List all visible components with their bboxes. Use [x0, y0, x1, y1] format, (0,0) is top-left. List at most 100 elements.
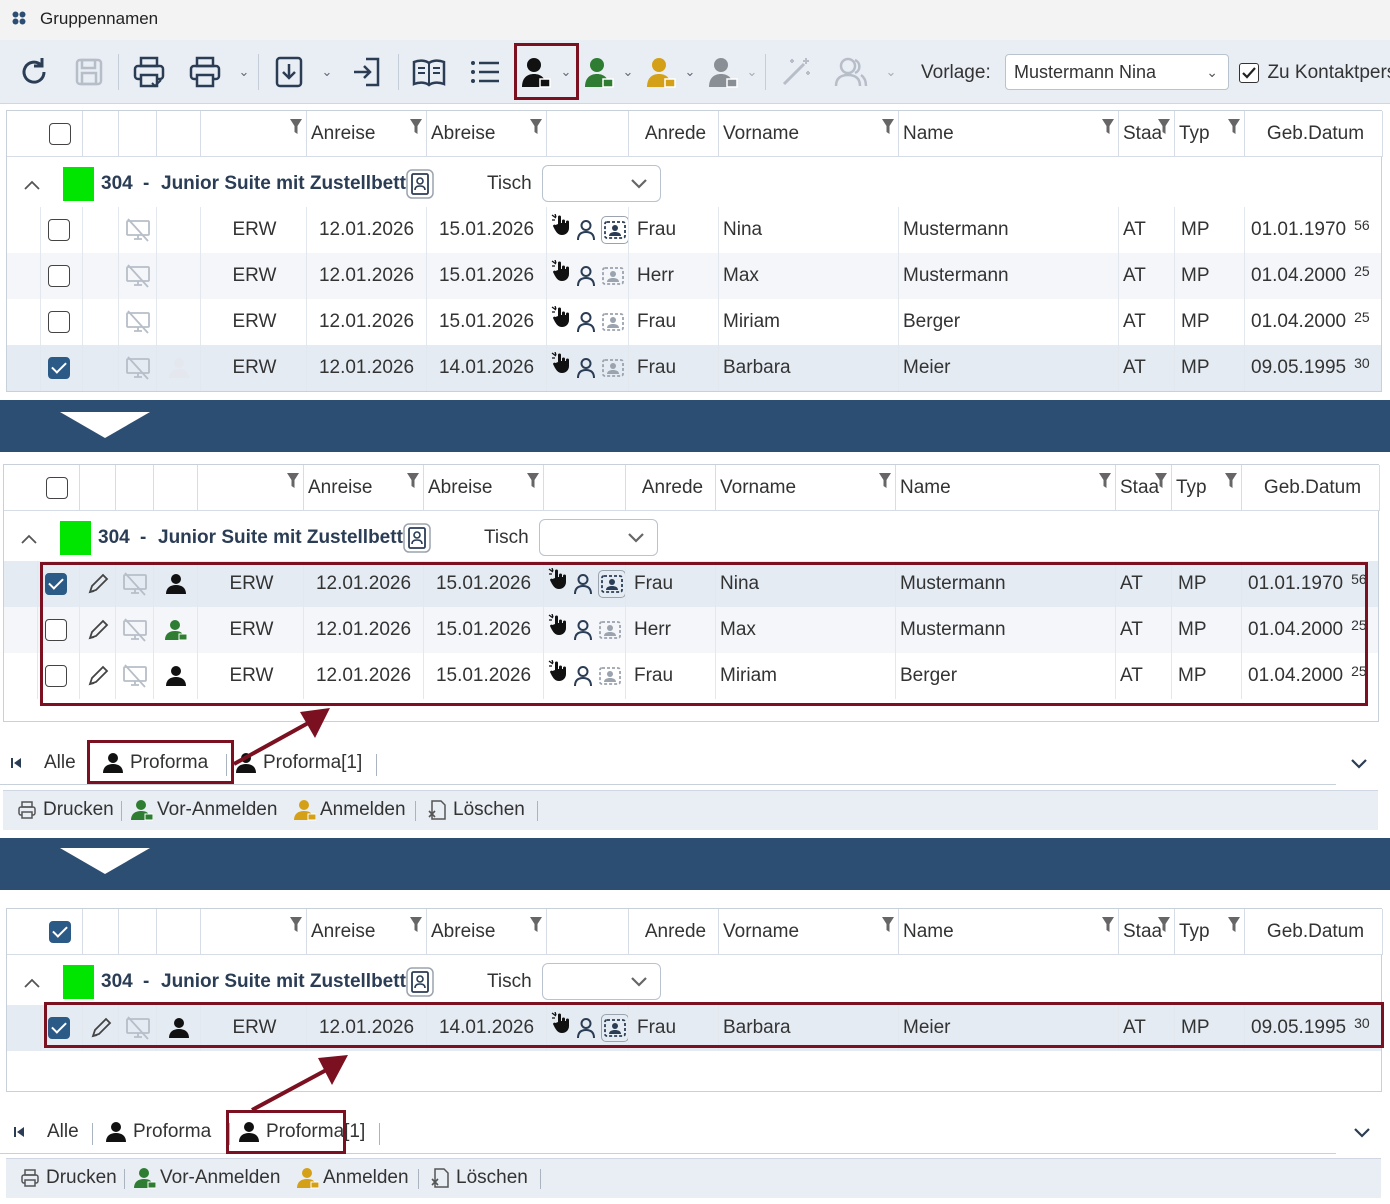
export-button[interactable] — [346, 50, 388, 94]
first-tab-button[interactable] — [13, 1125, 25, 1139]
register-action-button[interactable]: Anmelden — [297, 1167, 409, 1189]
column-typ[interactable] — [198, 465, 304, 511]
person-button[interactable] — [575, 311, 597, 333]
column-anrede[interactable]: Anrede — [626, 465, 716, 511]
column-icons[interactable] — [544, 465, 626, 511]
column-geb[interactable]: Geb.Datum — [1245, 111, 1383, 157]
column-anrede[interactable]: Anrede — [629, 111, 719, 157]
column-staat[interactable]: Staa — [1116, 465, 1172, 511]
collapse-group-button[interactable] — [20, 533, 38, 545]
column-abreise[interactable]: Abreise — [427, 111, 547, 157]
pre-register-dropdown[interactable]: ⌄ — [619, 50, 637, 94]
pre-register-action-button[interactable]: Vor-Anmelden — [131, 799, 277, 821]
print-action-button[interactable]: Drucken — [20, 1167, 117, 1189]
id-card-button[interactable] — [601, 356, 625, 380]
group-users-button[interactable] — [830, 50, 872, 94]
column-filter-mp[interactable] — [1228, 119, 1240, 135]
register-button[interactable] — [640, 50, 682, 94]
column-anreise[interactable]: Anreise — [304, 465, 424, 511]
row-checkbox[interactable] — [47, 265, 70, 287]
tab-proforma[interactable]: Proforma — [105, 1121, 211, 1143]
column-filter-name[interactable] — [1099, 473, 1111, 489]
column-chk[interactable] — [7, 111, 83, 157]
row-checkbox[interactable] — [47, 219, 70, 241]
tab-all[interactable]: Alle — [44, 752, 76, 774]
tab-proforma-1[interactable]: Proforma[1] — [235, 752, 362, 774]
print-dropdown[interactable]: ⌄ — [235, 50, 253, 94]
print-list-button[interactable] — [128, 50, 170, 94]
expand-tabs-button[interactable] — [1353, 1127, 1371, 1139]
table-row[interactable]: ERW 12.01.2026 15.01.2026 Herr Max Mustermann… — [7, 253, 1381, 299]
column-filter-mp[interactable] — [1225, 473, 1237, 489]
table-row[interactable]: ERW 12.01.2026 15.01.2026 Frau Miriam Berger A… — [7, 299, 1381, 345]
save-button[interactable] — [68, 50, 110, 94]
column-name[interactable]: Name — [896, 465, 1116, 511]
monitor-off-button[interactable] — [125, 310, 151, 334]
column-filter-name[interactable] — [1102, 917, 1114, 933]
import-button[interactable] — [268, 50, 310, 94]
column-staat[interactable]: Staa — [1119, 909, 1175, 955]
person-button[interactable] — [575, 265, 597, 287]
list-button[interactable] — [464, 50, 506, 94]
book-button[interactable] — [408, 50, 450, 94]
column-name[interactable]: Name — [899, 909, 1119, 955]
delete-action-button[interactable]: Löschen — [427, 799, 525, 821]
column-filter-abreise[interactable] — [527, 473, 539, 489]
refresh-button[interactable] — [13, 50, 55, 94]
column-filter-typ[interactable] — [290, 917, 302, 933]
column-icons[interactable] — [547, 111, 629, 157]
column-anreise[interactable]: Anreise — [307, 111, 427, 157]
tisch-select[interactable] — [542, 165, 661, 202]
column-typ[interactable] — [201, 909, 307, 955]
column-filter-typ[interactable] — [287, 473, 299, 489]
column-usr[interactable] — [154, 465, 198, 511]
column-filter-abreise[interactable] — [530, 119, 542, 135]
column-filter-vorname[interactable] — [882, 119, 894, 135]
column-mon[interactable] — [116, 465, 154, 511]
column-vorname[interactable]: Vorname — [719, 909, 899, 955]
column-mon[interactable] — [119, 909, 157, 955]
row-checkbox[interactable] — [47, 357, 70, 379]
column-filter-staat[interactable] — [1158, 917, 1170, 933]
tab-all[interactable]: Alle — [47, 1121, 79, 1143]
person-button[interactable] — [575, 357, 597, 379]
monitor-off-button[interactable] — [125, 356, 151, 380]
id-card-button[interactable] — [601, 310, 625, 334]
wizard-button[interactable] — [775, 50, 817, 94]
column-filter-typ[interactable] — [290, 119, 302, 135]
checkout-dropdown[interactable]: ⌄ — [743, 50, 761, 94]
column-anreise[interactable]: Anreise — [307, 909, 427, 955]
column-geb[interactable]: Geb.Datum — [1242, 465, 1380, 511]
pre-register-action-button[interactable]: Vor-Anmelden — [134, 1167, 280, 1189]
pre-register-button[interactable] — [578, 50, 620, 94]
column-filter-anreise[interactable] — [407, 473, 419, 489]
select-all-checkbox[interactable] — [46, 477, 68, 499]
column-icons[interactable] — [547, 909, 629, 955]
select-all-checkbox[interactable] — [49, 123, 71, 145]
group-users-dropdown[interactable]: ⌄ — [882, 50, 900, 94]
monitor-off-button[interactable] — [125, 264, 151, 288]
table-row[interactable]: ERW 12.01.2026 15.01.2026 Frau Nina Musterman… — [7, 207, 1381, 253]
column-staat[interactable]: Staa — [1119, 111, 1175, 157]
hand-pointer-button[interactable] — [551, 260, 571, 282]
column-filter-staat[interactable] — [1155, 473, 1167, 489]
column-vorname[interactable]: Vorname — [716, 465, 896, 511]
column-mp[interactable]: Typ — [1175, 909, 1245, 955]
column-filter-vorname[interactable] — [879, 473, 891, 489]
column-abreise[interactable]: Abreise — [427, 909, 547, 955]
vorlage-select[interactable]: Mustermann Nina ⌄ — [1005, 54, 1229, 90]
id-card-button[interactable] — [601, 216, 628, 244]
select-all-checkbox[interactable] — [49, 921, 71, 943]
tisch-select[interactable] — [539, 519, 658, 556]
column-anrede[interactable]: Anrede — [629, 909, 719, 955]
column-geb[interactable]: Geb.Datum — [1245, 909, 1383, 955]
column-edit[interactable] — [80, 465, 116, 511]
column-mon[interactable] — [119, 111, 157, 157]
checkout-button[interactable] — [702, 50, 744, 94]
column-filter-name[interactable] — [1102, 119, 1114, 135]
column-mp[interactable]: Typ — [1175, 111, 1245, 157]
column-mp[interactable]: Typ — [1172, 465, 1242, 511]
column-vorname[interactable]: Vorname — [719, 111, 899, 157]
column-usr[interactable] — [157, 111, 201, 157]
id-card-button[interactable] — [601, 264, 625, 288]
